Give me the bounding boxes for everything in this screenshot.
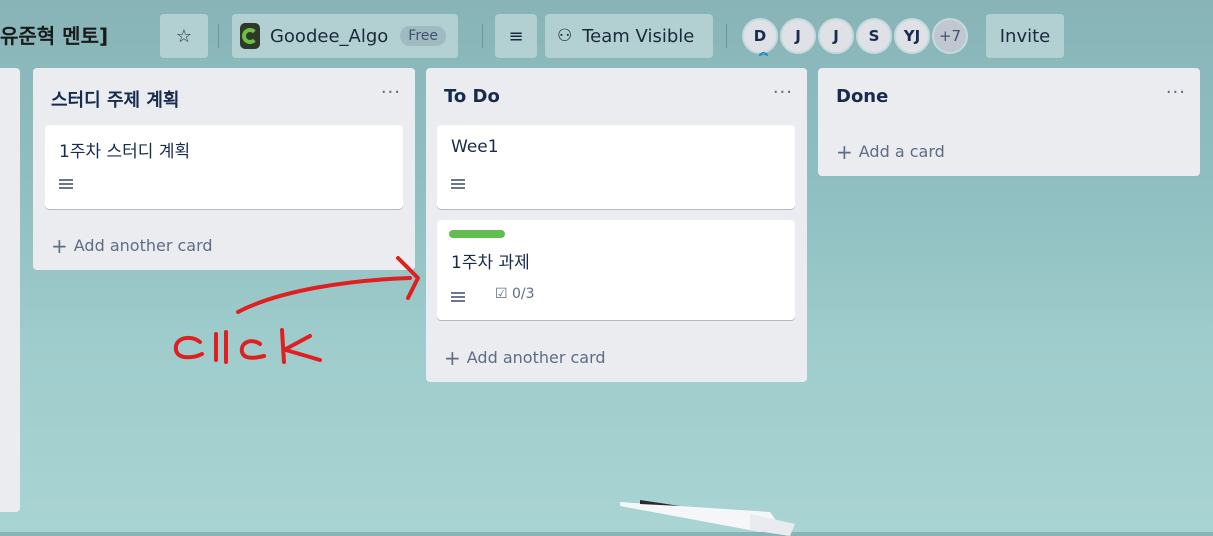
avatar-initials: J xyxy=(833,27,839,45)
more-members-button[interactable]: +7 xyxy=(932,18,968,54)
visibility-label: Team Visible xyxy=(582,25,695,47)
background-airplane xyxy=(620,500,795,536)
click-annotation xyxy=(173,256,420,364)
avatar-initials: J xyxy=(795,27,801,45)
description-icon xyxy=(59,179,73,189)
star-icon: ☆ xyxy=(175,25,193,47)
plan-badge: Free xyxy=(400,26,446,46)
list-title[interactable]: To Do xyxy=(444,86,500,107)
description-icon xyxy=(451,292,465,302)
checklist-count: 0/3 xyxy=(512,286,535,302)
checklist-icon: ☑ xyxy=(495,286,508,302)
list-title[interactable]: 스터디 주제 계획 xyxy=(51,86,179,112)
card-title: 1주차 과제 xyxy=(451,253,530,273)
list-title[interactable]: Done xyxy=(836,86,888,107)
board-title[interactable]: 유준혁 멘토] xyxy=(0,20,108,52)
board-menu-button[interactable]: ≡ xyxy=(495,14,537,58)
add-card-button[interactable]: + Add a card xyxy=(836,140,945,164)
add-card-button[interactable]: + Add another card xyxy=(444,346,606,370)
card-title: Wee1 xyxy=(451,137,499,157)
invite-button[interactable]: Invite xyxy=(986,14,1064,58)
list-partial xyxy=(0,68,20,512)
add-card-label: Add a card xyxy=(858,142,945,161)
list-menu-button[interactable]: ··· xyxy=(773,82,793,103)
organization-logo-icon xyxy=(240,23,260,49)
avatar[interactable]: D ︽ xyxy=(742,18,778,58)
visibility-button[interactable]: ⚇ Team Visible xyxy=(545,14,713,58)
card-title: 1주차 스터디 계획 xyxy=(59,142,191,162)
team-icon: ⚇ xyxy=(557,26,573,46)
header-divider xyxy=(218,24,219,48)
add-card-label: Add another card xyxy=(466,348,606,367)
star-button[interactable]: ☆ xyxy=(160,14,208,58)
organization-name: Goodee_Algo xyxy=(269,25,389,47)
avatar-initials: YJ xyxy=(903,27,921,45)
avatar[interactable]: S xyxy=(856,18,892,54)
organization-button[interactable]: Goodee_Algo Free xyxy=(232,14,458,58)
avatar[interactable]: J xyxy=(780,18,816,54)
header-divider xyxy=(726,24,727,48)
list-to-do: To Do ··· Wee1 1주차 과제 ☑ 0/3 + Add another… xyxy=(426,68,807,382)
plus-icon: + xyxy=(51,234,68,258)
plus-icon: + xyxy=(836,140,853,164)
more-members-count: +7 xyxy=(938,27,962,45)
avatar-initials: D xyxy=(753,27,767,45)
list-menu-button[interactable]: ··· xyxy=(381,82,401,103)
menu-lines-icon: ≡ xyxy=(508,25,524,47)
avatar-initials: S xyxy=(868,27,880,45)
description-icon xyxy=(451,179,465,189)
avatar[interactable]: YJ xyxy=(894,18,930,54)
member-list: D ︽ J J S YJ +7 xyxy=(742,18,970,58)
list-menu-button[interactable]: ··· xyxy=(1166,82,1186,103)
admin-chevron-icon: ︽ xyxy=(758,48,768,58)
list-study-plan: 스터디 주제 계획 ··· 1주차 스터디 계획 + Add another ca… xyxy=(33,68,415,270)
list-done: Done ··· + Add a card xyxy=(818,68,1200,176)
avatar[interactable]: J xyxy=(818,18,854,54)
card[interactable]: 1주차 스터디 계획 xyxy=(45,125,403,209)
card-label-green[interactable] xyxy=(449,230,505,238)
checklist-badge: ☑ 0/3 xyxy=(495,286,535,302)
board-header: 유준혁 멘토] ☆ Goodee_Algo Free ≡ ⚇ Team Visi… xyxy=(0,0,1213,72)
card[interactable]: 1주차 과제 ☑ 0/3 xyxy=(437,220,795,320)
card[interactable]: Wee1 xyxy=(437,125,795,209)
header-divider xyxy=(482,24,483,48)
plus-icon: + xyxy=(444,346,461,370)
